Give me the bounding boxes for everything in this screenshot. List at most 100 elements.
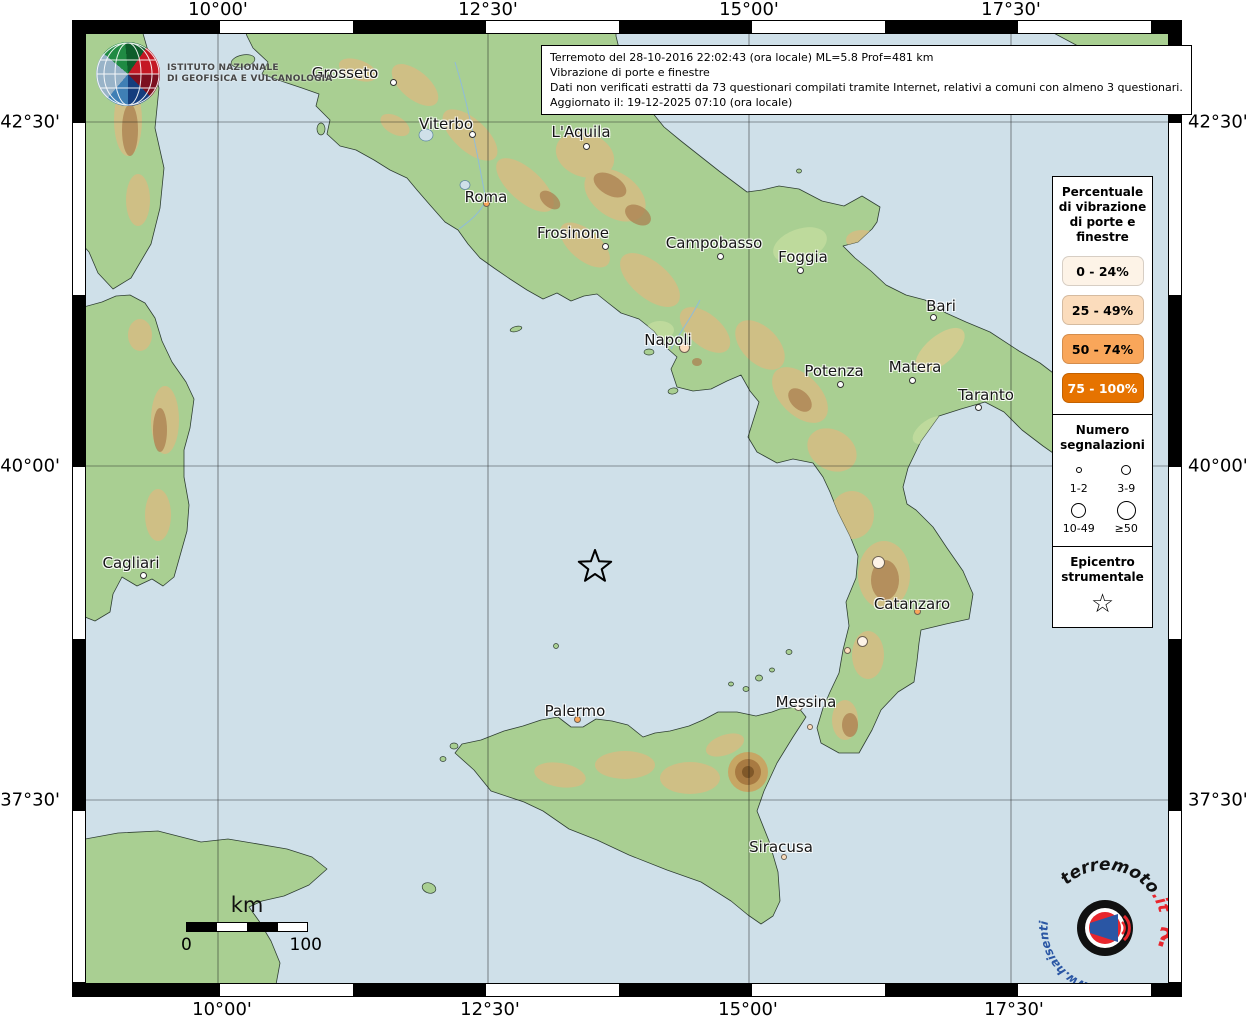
- report-circle: [807, 724, 813, 730]
- city-label: Foggia: [778, 248, 828, 266]
- city-label: Frosinone: [537, 224, 609, 242]
- scale-segment: [277, 923, 307, 931]
- legend-swatches: 0 - 24%25 - 49%50 - 74%75 - 100%: [1053, 256, 1152, 403]
- city-label: Siracusa: [749, 838, 813, 856]
- city-marker: [909, 377, 916, 384]
- city-label: L'Aquila: [551, 123, 610, 141]
- city-marker: [583, 143, 590, 150]
- map-overlay: GrossetoViterboL'AquilaRomaFrosinoneCamp…: [86, 34, 1168, 983]
- report-size-icon: [1117, 501, 1136, 520]
- axis-left: 42°30' 40°00' 37°30': [0, 0, 66, 1024]
- city-label: Messina: [776, 693, 837, 711]
- report-circle: [857, 636, 868, 647]
- event-title: Terremoto del 28-10-2016 22:02:43 (ora l…: [550, 50, 1183, 65]
- axis-tick-label: 12°30': [458, 0, 518, 20]
- legend-swatch: 25 - 49%: [1062, 295, 1144, 325]
- axis-tick-label: 15°00': [718, 1000, 778, 1020]
- legend-size-circle-wrap: [1071, 500, 1086, 520]
- city-label: Viterbo: [419, 115, 473, 133]
- city-label: Palermo: [545, 702, 606, 720]
- axis-right: 42°30'40°00'37°30': [1188, 0, 1254, 1024]
- scale-segment: [247, 923, 277, 931]
- legend-size-circle-wrap: [1121, 460, 1131, 480]
- scale-segment: [187, 923, 216, 931]
- legend-size-item: ≥50: [1103, 500, 1151, 535]
- city-label: Taranto: [958, 386, 1014, 404]
- legend-divider: [1053, 546, 1152, 547]
- legend-size-item: 1-2: [1055, 460, 1103, 495]
- legend-panel: Percentuale di vibrazione di porte e fin…: [1052, 176, 1153, 628]
- epicenter-star-icon: [575, 547, 615, 587]
- city-marker: [390, 79, 397, 86]
- legend-size-label: 3-9: [1117, 482, 1135, 495]
- event-updated: Aggiornato il: 19-12-2025 07:10 (ora loc…: [550, 95, 1183, 110]
- city-label: Roma: [465, 188, 508, 206]
- axis-tick-label: 37°30': [0, 790, 60, 811]
- scale-bar: km 0 100: [186, 893, 308, 955]
- map-frame-top: [72, 20, 1182, 34]
- city-label: Napoli: [644, 331, 691, 349]
- legend-reports-title: Numero segnalazioni: [1053, 421, 1152, 455]
- report-size-icon: [1121, 465, 1131, 475]
- legend-swatch: 50 - 74%: [1062, 334, 1144, 364]
- report-circle: [872, 556, 885, 569]
- ingv-logo: ISTITUTO NAZIONALE DI GEOFISICA E VULCAN…: [96, 42, 332, 106]
- axis-tick-label: 40°00': [0, 456, 60, 477]
- axis-tick-label: 17°30': [984, 1000, 1044, 1020]
- scale-labels: 0 100: [186, 935, 308, 955]
- city-marker: [837, 381, 844, 388]
- axis-tick-label: 10°00': [192, 1000, 252, 1020]
- legend-epicenter-title: Epicentro strumentale: [1053, 553, 1152, 587]
- legend-size-item: 10-49: [1055, 500, 1103, 535]
- axis-tick-label: 17°30': [981, 0, 1041, 20]
- axis-tick-label: 37°30': [1188, 790, 1248, 811]
- legend-size-circle-wrap: [1117, 500, 1136, 520]
- scale-start: 0: [181, 935, 192, 955]
- city-label: Bari: [926, 297, 956, 315]
- axis-tick-label: 15°00': [719, 0, 779, 20]
- legend-size-circle-wrap: [1076, 460, 1082, 480]
- legend-percent-title: Percentuale di vibrazione di porte e fin…: [1053, 183, 1152, 247]
- report-circle: [844, 647, 851, 654]
- axis-tick-label: 12°30': [460, 1000, 520, 1020]
- report-size-icon: [1076, 467, 1082, 473]
- ingv-name-line2: DI GEOFISICA E VULCANOLOGIA: [167, 74, 332, 86]
- scale-end: 100: [290, 935, 322, 955]
- haisentito-logo: terremoto.it www.haisentito ?: [1030, 852, 1180, 1002]
- ingv-name: ISTITUTO NAZIONALE DI GEOFISICA E VULCAN…: [167, 63, 332, 86]
- map-frame-bottom: [72, 983, 1182, 997]
- epicenter-legend-icon: ☆: [1053, 589, 1152, 619]
- city-marker: [717, 253, 724, 260]
- scale-segment: [216, 923, 246, 931]
- city-label: Campobasso: [666, 234, 763, 252]
- legend-size-label: 10-49: [1063, 522, 1095, 535]
- legend-size-label: ≥50: [1115, 522, 1138, 535]
- city-label: Catanzaro: [874, 595, 950, 613]
- city-marker: [797, 267, 804, 274]
- legend-divider: [1053, 414, 1152, 415]
- axis-tick-label: 10°00': [188, 0, 248, 20]
- ingv-globe-icon: [96, 42, 160, 106]
- axis-bottom: 10°00' 12°30' 15°00' 17°30': [0, 1000, 1254, 1022]
- legend-swatch: 75 - 100%: [1062, 373, 1144, 403]
- event-info-box: Terremoto del 28-10-2016 22:02:43 (ora l…: [541, 45, 1192, 115]
- map-page: GrossetoViterboL'AquilaRomaFrosinoneCamp…: [0, 0, 1254, 1024]
- city-marker: [975, 404, 982, 411]
- city-marker: [602, 243, 609, 250]
- scale-bar-segments: [186, 922, 308, 932]
- event-effect: Vibrazione di porte e finestre: [550, 65, 1183, 80]
- legend-size-item: 3-9: [1103, 460, 1151, 495]
- map-frame-left: [72, 34, 86, 983]
- axis-tick-label: 42°30': [0, 112, 60, 133]
- report-size-icon: [1071, 503, 1086, 518]
- axis-top: 10°00' 12°30' 15°00' 17°30': [0, 0, 1254, 22]
- scale-unit: km: [186, 893, 308, 917]
- city-label: Potenza: [804, 362, 863, 380]
- map-frame-right: [1168, 34, 1182, 983]
- haisentito-target-icon: [1077, 900, 1133, 956]
- axis-tick-label: 42°30': [1188, 112, 1248, 133]
- city-label: Matera: [889, 358, 942, 376]
- legend-size-label: 1-2: [1070, 482, 1088, 495]
- ingv-name-line1: ISTITUTO NAZIONALE: [167, 63, 332, 75]
- event-disclaimer: Dati non verificati estratti da 73 quest…: [550, 80, 1183, 95]
